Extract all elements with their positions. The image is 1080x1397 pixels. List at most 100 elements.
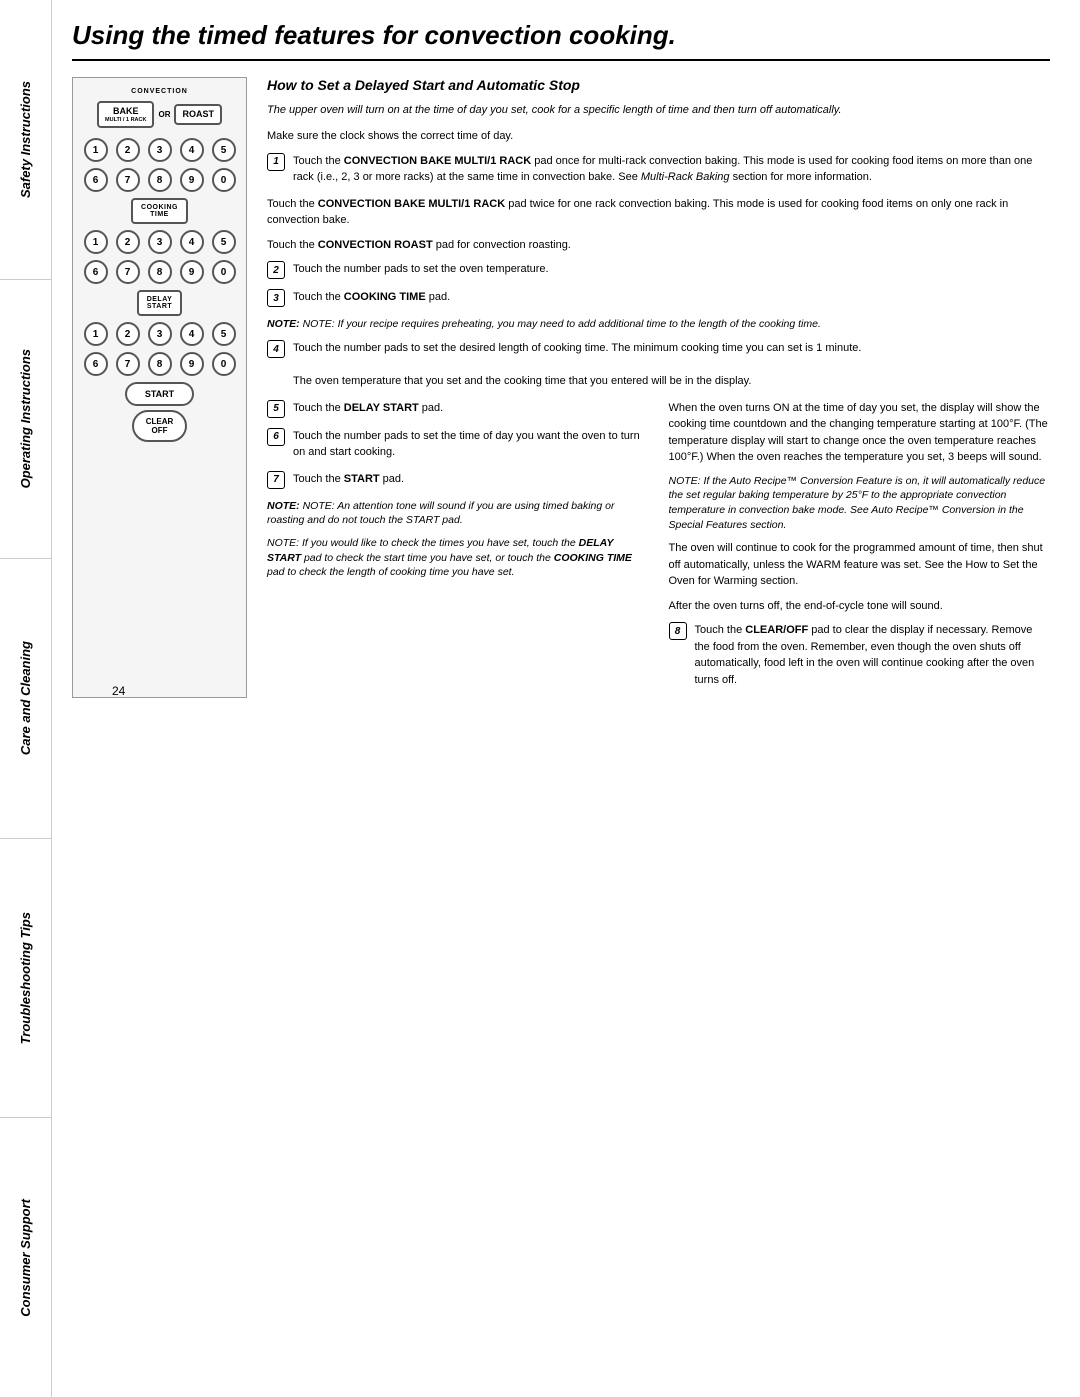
page-title: Using the timed features for convection … bbox=[72, 20, 1050, 61]
key-7b[interactable]: 7 bbox=[116, 260, 140, 284]
step-2-text: Touch the number pads to set the oven te… bbox=[293, 261, 1050, 279]
oven-continue-text: The oven will continue to cook for the p… bbox=[669, 540, 1051, 590]
step-6: 6 Touch the number pads to set the time … bbox=[267, 428, 649, 461]
key-9b[interactable]: 9 bbox=[180, 260, 204, 284]
oven-panel: CONVECTION BAKE MULTI / 1 RACK OR ROAST … bbox=[72, 77, 247, 698]
key-2c[interactable]: 2 bbox=[116, 322, 140, 346]
convection-label: CONVECTION bbox=[131, 88, 188, 95]
key-2a[interactable]: 2 bbox=[116, 138, 140, 162]
step-6-text: Touch the number pads to set the time of… bbox=[293, 428, 649, 461]
bake-button[interactable]: BAKE MULTI / 1 RACK bbox=[97, 101, 154, 128]
col-right: When the oven turns ON at the time of da… bbox=[669, 400, 1051, 699]
key-4a[interactable]: 4 bbox=[180, 138, 204, 162]
key-8b[interactable]: 8 bbox=[148, 260, 172, 284]
sidebar-label-safety: Safety Instructions bbox=[18, 81, 33, 198]
step-3-text: Touch the COOKING TIME pad. bbox=[293, 289, 1050, 307]
note-2: NOTE: NOTE: An attention tone will sound… bbox=[267, 499, 649, 528]
start-button[interactable]: START bbox=[125, 382, 194, 406]
clear-off-button[interactable]: CLEAR OFF bbox=[132, 410, 188, 442]
key-2b[interactable]: 2 bbox=[116, 230, 140, 254]
step-1b-text: Touch the CONVECTION BAKE MULTI/1 RACK p… bbox=[267, 196, 1050, 229]
key-7a[interactable]: 7 bbox=[116, 168, 140, 192]
delay-start-button[interactable]: DELAY START bbox=[137, 290, 183, 316]
key-4c[interactable]: 4 bbox=[180, 322, 204, 346]
key-6b[interactable]: 6 bbox=[84, 260, 108, 284]
sidebar-label-operating: Operating Instructions bbox=[18, 349, 33, 488]
right-content: How to Set a Delayed Start and Automatic… bbox=[267, 77, 1050, 698]
step-num-8: 8 bbox=[669, 622, 687, 640]
key-1a[interactable]: 1 bbox=[84, 138, 108, 162]
step-num-6: 6 bbox=[267, 428, 285, 446]
step-num-4: 4 bbox=[267, 340, 285, 358]
step-2: 2 Touch the number pads to set the oven … bbox=[267, 261, 1050, 279]
key-9a[interactable]: 9 bbox=[180, 168, 204, 192]
step-num-3: 3 bbox=[267, 289, 285, 307]
roast-button[interactable]: ROAST bbox=[174, 104, 222, 125]
key-5b[interactable]: 5 bbox=[212, 230, 236, 254]
key-0b[interactable]: 0 bbox=[212, 260, 236, 284]
note-1: NOTE: NOTE: If your recipe requires preh… bbox=[267, 317, 1050, 332]
step-1: 1 Touch the CONVECTION BAKE MULTI/1 RACK… bbox=[267, 153, 1050, 186]
key-5c[interactable]: 5 bbox=[212, 322, 236, 346]
step-num-2: 2 bbox=[267, 261, 285, 279]
or-label: OR bbox=[158, 110, 170, 119]
key-0c[interactable]: 0 bbox=[212, 352, 236, 376]
key-7c[interactable]: 7 bbox=[116, 352, 140, 376]
sidebar-section-troubleshooting: Troubleshooting Tips bbox=[0, 839, 51, 1119]
cooking-time-line1: COOKING bbox=[141, 204, 178, 211]
numpad-row1: 1 2 3 4 5 bbox=[81, 138, 238, 162]
step-4: 4 Touch the number pads to set the desir… bbox=[267, 340, 1050, 390]
key-0a[interactable]: 0 bbox=[212, 168, 236, 192]
step-1c-text: Touch the CONVECTION ROAST pad for conve… bbox=[267, 237, 1050, 254]
note-4: NOTE: If the Auto Recipe™ Conversion Fea… bbox=[669, 474, 1051, 533]
key-9c[interactable]: 9 bbox=[180, 352, 204, 376]
two-col-section: 5 Touch the DELAY START pad. 6 Touch the… bbox=[267, 400, 1050, 699]
start-label: START bbox=[145, 389, 174, 399]
numpad-row3: 1 2 3 4 5 bbox=[81, 230, 238, 254]
sidebar: Safety Instructions Operating Instructio… bbox=[0, 0, 52, 1397]
bake-label: BAKE bbox=[105, 106, 146, 117]
sidebar-section-consumer: Consumer Support bbox=[0, 1118, 51, 1397]
step-4-text: Touch the number pads to set the desired… bbox=[293, 340, 1050, 390]
bake-roast-row: BAKE MULTI / 1 RACK OR ROAST bbox=[97, 101, 222, 128]
key-4b[interactable]: 4 bbox=[180, 230, 204, 254]
key-3a[interactable]: 3 bbox=[148, 138, 172, 162]
numpad-row6: 6 7 8 9 0 bbox=[81, 352, 238, 376]
off-label: OFF bbox=[146, 426, 174, 435]
key-6c[interactable]: 6 bbox=[84, 352, 108, 376]
key-1b[interactable]: 1 bbox=[84, 230, 108, 254]
step-5: 5 Touch the DELAY START pad. bbox=[267, 400, 649, 418]
numpad-row2: 6 7 8 9 0 bbox=[81, 168, 238, 192]
cooking-time-button[interactable]: COOKING TIME bbox=[131, 198, 188, 224]
key-3b[interactable]: 3 bbox=[148, 230, 172, 254]
bake-sublabel: MULTI / 1 RACK bbox=[105, 117, 146, 124]
key-8a[interactable]: 8 bbox=[148, 168, 172, 192]
key-1c[interactable]: 1 bbox=[84, 322, 108, 346]
key-3c[interactable]: 3 bbox=[148, 322, 172, 346]
after-off-text: After the oven turns off, the end-of-cyc… bbox=[669, 598, 1051, 615]
step-7-text: Touch the START pad. bbox=[293, 471, 649, 489]
key-6a[interactable]: 6 bbox=[84, 168, 108, 192]
sidebar-section-safety: Safety Instructions bbox=[0, 0, 51, 280]
clear-label: CLEAR bbox=[146, 417, 174, 426]
step-3: 3 Touch the COOKING TIME pad. bbox=[267, 289, 1050, 307]
make-sure-text: Make sure the clock shows the correct ti… bbox=[267, 128, 1050, 145]
key-5a[interactable]: 5 bbox=[212, 138, 236, 162]
sidebar-label-care: Care and Cleaning bbox=[18, 641, 33, 755]
note-3: NOTE: If you would like to check the tim… bbox=[267, 536, 649, 580]
delay-start-line2: START bbox=[147, 303, 173, 310]
step-8: 8 Touch the CLEAR/OFF pad to clear the d… bbox=[669, 622, 1051, 688]
delay-start-line1: DELAY bbox=[147, 296, 173, 303]
sidebar-section-operating: Operating Instructions bbox=[0, 280, 51, 560]
key-8c[interactable]: 8 bbox=[148, 352, 172, 376]
section-title: How to Set a Delayed Start and Automatic… bbox=[267, 77, 1050, 93]
main-content: Using the timed features for convection … bbox=[52, 0, 1080, 718]
sidebar-label-troubleshooting: Troubleshooting Tips bbox=[18, 912, 33, 1044]
step-num-5: 5 bbox=[267, 400, 285, 418]
step-num-1: 1 bbox=[267, 153, 285, 171]
col-left: 5 Touch the DELAY START pad. 6 Touch the… bbox=[267, 400, 649, 699]
step-1-text: Touch the CONVECTION BAKE MULTI/1 RACK p… bbox=[293, 153, 1050, 186]
when-on-text: When the oven turns ON at the time of da… bbox=[669, 400, 1051, 466]
page-number: 24 bbox=[112, 684, 125, 698]
roast-label: ROAST bbox=[182, 109, 214, 120]
